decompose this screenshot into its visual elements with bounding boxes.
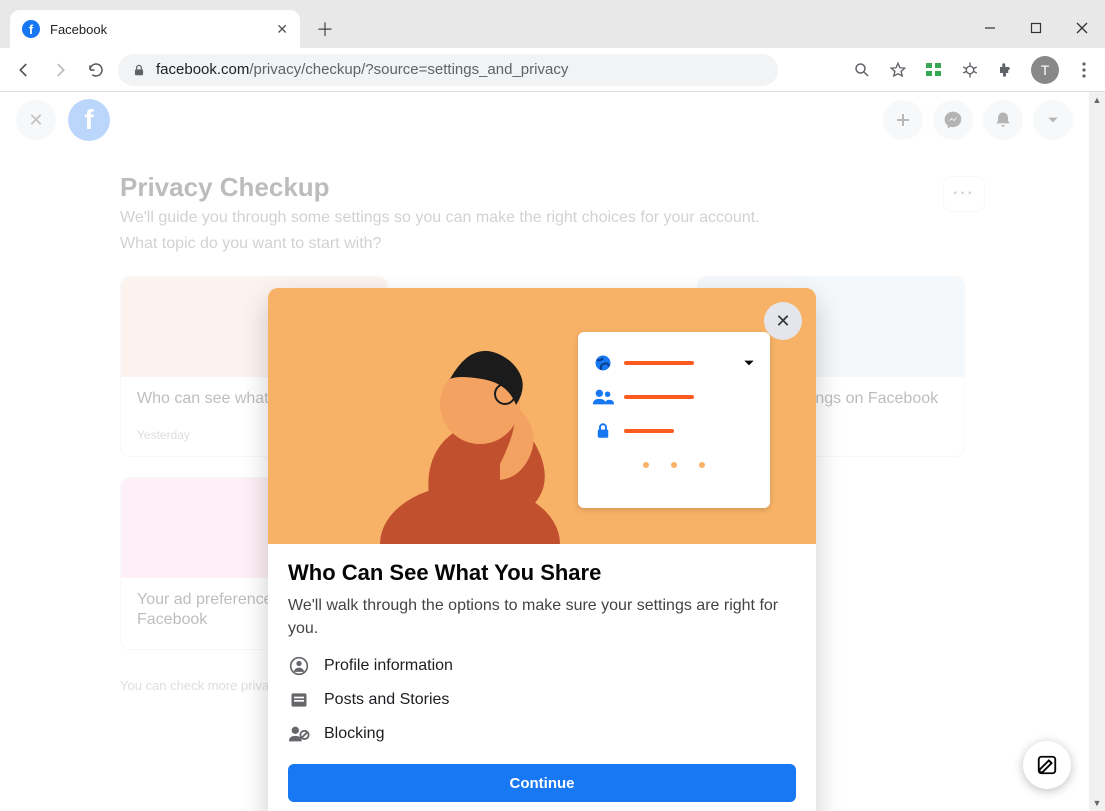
window-controls (967, 8, 1105, 48)
vertical-scrollbar[interactable]: ▲ ▼ (1089, 92, 1105, 811)
zoom-icon[interactable] (851, 59, 873, 81)
compose-fab[interactable] (1023, 741, 1071, 789)
modal-item-label: Blocking (324, 725, 384, 743)
window-minimize-button[interactable] (967, 8, 1013, 48)
modal-item-profile: Profile information (288, 656, 796, 676)
modal-title: Who Can See What You Share (288, 560, 796, 586)
globe-icon (592, 353, 614, 373)
browser-window: f Facebook ✕ ＋ facebook.com/privacy/chec… (0, 0, 1105, 811)
facebook-favicon: f (22, 20, 40, 38)
extensions-puzzle-icon[interactable] (995, 59, 1017, 81)
blocking-icon (288, 724, 310, 744)
address-bar: facebook.com/privacy/checkup/?source=set… (0, 48, 1105, 92)
extension-green-icon[interactable] (923, 59, 945, 81)
hero-settings-card (578, 332, 770, 508)
modal-hero-illustration: ✕ (268, 288, 816, 544)
bookmark-star-icon[interactable] (887, 59, 909, 81)
chrome-menu-icon[interactable] (1073, 59, 1095, 81)
lock-icon (592, 421, 614, 441)
omnibox[interactable]: facebook.com/privacy/checkup/?source=set… (118, 54, 778, 86)
tab-close-icon[interactable]: ✕ (276, 21, 288, 38)
scroll-down-arrow[interactable]: ▼ (1089, 795, 1105, 811)
window-close-button[interactable] (1059, 8, 1105, 48)
url-text: facebook.com/privacy/checkup/?source=set… (156, 61, 568, 78)
profile-icon (288, 656, 310, 676)
lock-icon (132, 63, 146, 77)
person-illustration (360, 324, 580, 544)
modal-description: We'll walk through the options to make s… (288, 594, 796, 640)
modal-close-button[interactable]: ✕ (764, 302, 802, 340)
window-maximize-button[interactable] (1013, 8, 1059, 48)
modal-item-list: Profile information Posts and Stories Bl… (288, 656, 796, 744)
scroll-up-arrow[interactable]: ▲ (1089, 92, 1105, 108)
toolbar-icons: T (851, 56, 1095, 84)
modal-item-blocking: Blocking (288, 724, 796, 744)
page-viewport: ✕ f ··· Privacy Checkup We'll guide you … (0, 92, 1105, 811)
nav-reload-button[interactable] (82, 56, 110, 84)
share-modal: ✕ (268, 288, 816, 811)
continue-button[interactable]: Continue (288, 764, 796, 802)
new-tab-button[interactable]: ＋ (310, 14, 340, 44)
modal-item-posts: Posts and Stories (288, 690, 796, 710)
modal-item-label: Profile information (324, 657, 453, 675)
nav-back-button[interactable] (10, 56, 38, 84)
titlebar: f Facebook ✕ ＋ (0, 0, 1105, 48)
posts-icon (288, 690, 310, 710)
friends-icon (592, 387, 614, 407)
extension-bug-icon[interactable] (959, 59, 981, 81)
caret-down-icon (742, 356, 756, 370)
nav-forward-button[interactable] (46, 56, 74, 84)
profile-avatar[interactable]: T (1031, 56, 1059, 84)
modal-item-label: Posts and Stories (324, 691, 449, 709)
tab-title: Facebook (50, 22, 266, 37)
browser-tab[interactable]: f Facebook ✕ (10, 10, 300, 48)
